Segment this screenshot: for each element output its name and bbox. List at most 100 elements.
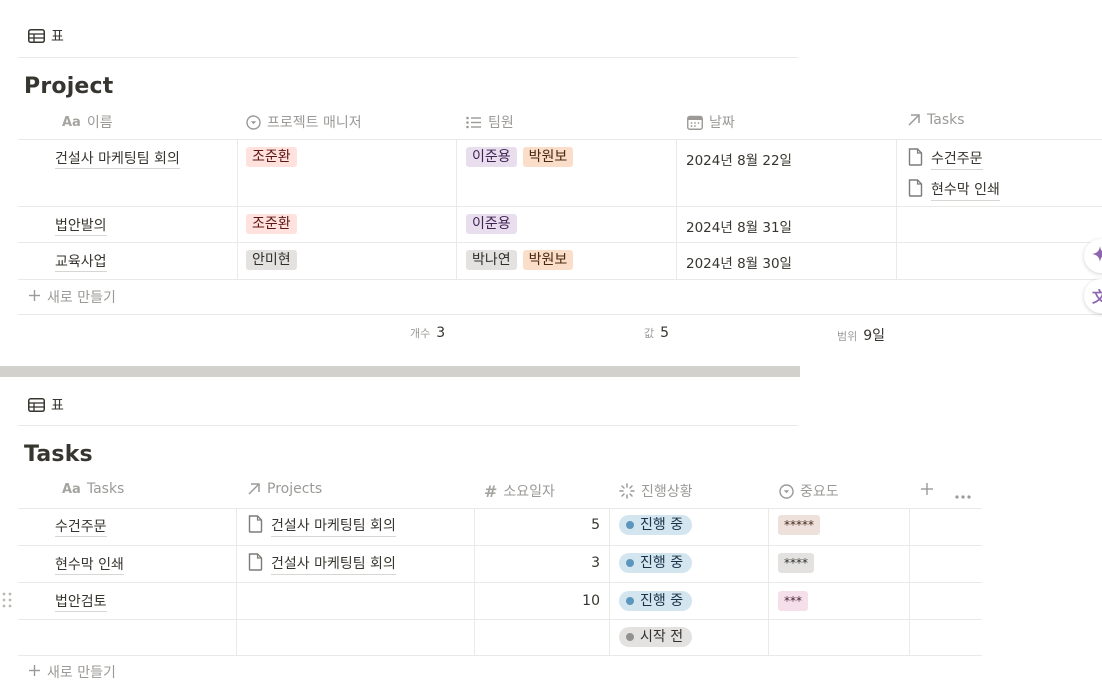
table-icon (28, 398, 45, 412)
date-cell[interactable]: 2024년 8월 30일 (686, 252, 792, 272)
page-icon (908, 179, 923, 201)
new-row-button[interactable]: 새로 만들기 (28, 287, 116, 307)
table-row-title[interactable]: 건설사 마케팅팀 회의 (55, 148, 180, 169)
drag-handle-icon (2, 592, 12, 612)
translate-button[interactable]: 文 (1084, 279, 1102, 313)
database-title[interactable]: Tasks (24, 442, 93, 467)
related-page-title: 현수막 인쇄 (931, 179, 1000, 201)
related-page-title: 건설사 마케팅팀 회의 (271, 515, 396, 537)
database-title[interactable]: Project (24, 74, 114, 99)
values-calculation[interactable]: 값 5 (644, 325, 669, 341)
status-badge: 시작 전 (619, 627, 693, 647)
related-page-link[interactable]: 수건주문 (908, 148, 1000, 170)
view-tab-label: 표 (51, 398, 64, 414)
days-cell[interactable]: 10 (474, 593, 600, 609)
view-tab-label: 표 (51, 29, 64, 45)
add-property-button[interactable] (920, 481, 934, 500)
members-cell[interactable]: 박나연 박원보 (466, 250, 579, 270)
select-property-icon (779, 483, 794, 499)
table-row-title[interactable]: 수건주문 (55, 516, 107, 537)
tasks-relation-cell[interactable]: 수건주문 현수막 인쇄 (908, 148, 1000, 201)
column-header-manager[interactable]: 프로젝트 매니저 (246, 112, 362, 132)
related-page-link[interactable]: 건설사 마케팅팀 회의 (248, 515, 396, 537)
block-divider (0, 366, 800, 377)
table-row-title[interactable]: 법안발의 (55, 215, 107, 236)
priority-cell[interactable]: ***** (778, 515, 826, 535)
column-header-tasks[interactable]: Tasks (907, 112, 965, 128)
priority-cell[interactable]: *** (778, 591, 814, 611)
ai-sparkle-button[interactable] (1084, 239, 1102, 273)
title-property-icon: Aa (62, 114, 81, 130)
date-cell[interactable]: 2024년 8월 31일 (686, 216, 792, 236)
page-icon (248, 515, 263, 537)
related-page-link[interactable]: 건설사 마케팅팀 회의 (248, 553, 396, 575)
row-drag-handle[interactable] (2, 592, 12, 612)
column-header-date[interactable]: 날짜 (687, 112, 735, 132)
manager-cell[interactable]: 안미현 (246, 250, 303, 270)
column-divider (676, 139, 677, 279)
row-divider (18, 279, 1102, 280)
tab-divider (18, 57, 798, 58)
days-cell[interactable]: 3 (474, 555, 600, 571)
row-divider (18, 619, 982, 620)
plus-icon (920, 481, 934, 500)
plus-icon (28, 289, 41, 306)
status-badge: 진행 중 (619, 591, 693, 611)
select-property-icon (246, 114, 261, 130)
column-header-priority[interactable]: 중요도 (779, 481, 839, 501)
column-header-projects[interactable]: Projects (247, 481, 322, 497)
status-cell[interactable]: 진행 중 (619, 553, 693, 573)
range-calculation[interactable]: 범위 9일 (837, 325, 885, 345)
header-divider (18, 508, 982, 509)
members-cell[interactable]: 이준용 (466, 214, 523, 234)
manager-cell[interactable]: 조준환 (246, 214, 303, 234)
status-cell[interactable]: 시작 전 (619, 627, 693, 647)
member-tag: 박원보 (522, 147, 574, 167)
status-cell[interactable]: 진행 중 (619, 591, 693, 611)
member-tag: 박원보 (522, 250, 574, 270)
column-divider (237, 139, 238, 279)
row-divider (18, 655, 982, 656)
column-header-name[interactable]: Aa 이름 (62, 112, 113, 132)
table-row-title[interactable]: 법안검토 (55, 591, 107, 612)
tasks-view-tab[interactable]: 표 (28, 395, 64, 415)
manager-cell[interactable]: 조준환 (246, 147, 303, 167)
relation-arrow-icon (907, 113, 921, 127)
status-badge: 진행 중 (619, 553, 693, 573)
more-options-button[interactable] (955, 485, 971, 504)
tab-divider (18, 425, 798, 426)
priority-cell[interactable]: **** (778, 553, 820, 573)
related-page-link[interactable]: 현수막 인쇄 (908, 179, 1000, 201)
column-header-members[interactable]: 팀원 (466, 112, 514, 132)
calendar-icon (687, 115, 703, 130)
row-divider (18, 242, 1102, 243)
column-header-name[interactable]: Aa Tasks (62, 481, 124, 497)
number-property-icon: # (484, 481, 498, 501)
project-relation-cell[interactable]: 건설사 마케팅팀 회의 (248, 553, 396, 575)
column-header-days[interactable]: # 소요일자 (484, 481, 555, 501)
table-row-title[interactable]: 교육사업 (55, 251, 107, 272)
project-relation-cell[interactable]: 건설사 마케팅팀 회의 (248, 515, 396, 537)
row-title-text: 현수막 인쇄 (55, 557, 124, 575)
status-dot (626, 633, 634, 641)
new-row-button[interactable]: 새로 만들기 (28, 662, 116, 682)
date-cell[interactable]: 2024년 8월 22일 (686, 149, 792, 169)
more-horizontal-icon (955, 485, 971, 504)
status-cell[interactable]: 진행 중 (619, 515, 693, 535)
project-view-tab[interactable]: 표 (28, 26, 64, 46)
status-dot (626, 521, 634, 529)
column-divider (896, 139, 897, 279)
title-property-icon: Aa (62, 481, 81, 497)
members-cell[interactable]: 이준용 박원보 (466, 147, 579, 167)
column-header-status[interactable]: 진행상황 (619, 481, 693, 501)
count-calculation[interactable]: 개수 3 (410, 325, 445, 341)
row-title-text: 수건주문 (55, 519, 107, 537)
status-dot (626, 597, 634, 605)
member-tag: 이준용 (466, 147, 517, 167)
days-cell[interactable]: 5 (474, 517, 600, 533)
member-tag: 이준용 (466, 214, 517, 234)
related-page-title: 건설사 마케팅팀 회의 (271, 553, 396, 575)
column-divider (456, 139, 457, 279)
table-row-title[interactable]: 현수막 인쇄 (55, 554, 124, 575)
page-icon (908, 148, 923, 170)
